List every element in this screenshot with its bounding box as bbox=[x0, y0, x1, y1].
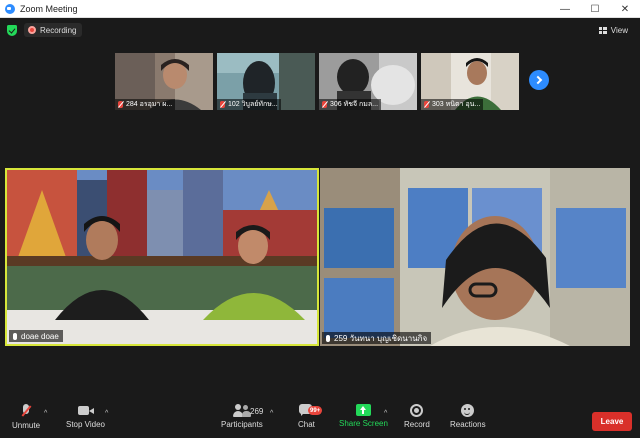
encryption-shield-icon[interactable] bbox=[7, 25, 17, 36]
share-options-caret-icon[interactable]: ^ bbox=[384, 410, 387, 417]
participant-video bbox=[320, 168, 630, 346]
participant-name: 306 ทัชจี กมล... bbox=[330, 101, 379, 108]
participant-thumbnail[interactable]: 303 หนิตา อุน... bbox=[421, 53, 519, 110]
muted-mic-icon bbox=[424, 101, 429, 108]
reactions-label: Reactions bbox=[450, 420, 486, 429]
meeting-toolbar: Unmute ^ Stop Video ^ Participants 269 ^… bbox=[0, 400, 640, 438]
stop-video-button[interactable]: Stop Video bbox=[66, 404, 105, 429]
participant-video bbox=[7, 170, 317, 344]
leave-button[interactable]: Leave bbox=[592, 412, 632, 431]
view-label: View bbox=[610, 25, 628, 35]
muted-microphone-icon bbox=[21, 404, 32, 418]
grid-icon bbox=[598, 26, 607, 34]
meeting-status-bar: Recording View bbox=[0, 18, 640, 42]
mic-icon bbox=[326, 334, 330, 342]
muted-mic-icon bbox=[322, 101, 327, 108]
participant-name-tag: doae doae bbox=[9, 330, 63, 342]
unmute-button[interactable]: Unmute bbox=[12, 404, 40, 430]
reactions-button[interactable]: Reactions bbox=[450, 404, 486, 429]
muted-mic-icon bbox=[118, 101, 123, 108]
active-speaker-tile[interactable]: doae doae bbox=[5, 168, 319, 346]
participant-name-tag: 303 หนิตา อุน... bbox=[421, 99, 484, 110]
title-bar: Zoom Meeting — ☐ ✕ bbox=[0, 0, 640, 18]
minimize-button[interactable]: — bbox=[550, 0, 580, 18]
participant-name: 303 หนิตา อุน... bbox=[432, 101, 481, 108]
recording-indicator[interactable]: Recording bbox=[24, 23, 83, 37]
muted-mic-icon bbox=[220, 101, 225, 108]
participant-name: doae doae bbox=[21, 331, 59, 341]
participants-label: Participants bbox=[221, 420, 263, 429]
participant-thumbnail[interactable]: 102 วิบูลย์ทักษ... bbox=[217, 53, 315, 110]
participant-tile[interactable]: 259 วันทนา บุญเชิดนานกิจ bbox=[320, 168, 630, 346]
participant-count: 269 bbox=[250, 407, 264, 416]
video-options-caret-icon[interactable]: ^ bbox=[105, 410, 108, 417]
unmute-label: Unmute bbox=[12, 421, 41, 430]
record-label: Record bbox=[404, 420, 430, 429]
participant-name-tag: 102 วิบูลย์ทักษ... bbox=[217, 99, 281, 110]
chat-unread-badge: 99+ bbox=[308, 406, 323, 415]
chat-label: Chat bbox=[298, 420, 315, 429]
window-controls: — ☐ ✕ bbox=[550, 0, 640, 18]
record-button[interactable]: Record bbox=[404, 404, 430, 429]
participants-icon bbox=[232, 404, 251, 417]
record-icon bbox=[410, 404, 424, 417]
chevron-right-icon bbox=[533, 75, 543, 85]
audio-options-caret-icon[interactable]: ^ bbox=[44, 410, 47, 417]
zoom-meeting-window: Zoom Meeting — ☐ ✕ Recording View 284 อร… bbox=[0, 0, 640, 438]
next-page-button[interactable] bbox=[529, 70, 549, 90]
share-screen-button[interactable]: Share Screen bbox=[339, 404, 388, 428]
recording-label: Recording bbox=[40, 25, 77, 35]
participants-options-caret-icon[interactable]: ^ bbox=[270, 410, 273, 417]
window-title: Zoom Meeting bbox=[20, 3, 78, 14]
participant-thumbnail[interactable]: 306 ทัชจี กมล... bbox=[319, 53, 417, 110]
participant-thumbnail[interactable]: 284 อรอุมา ผ... bbox=[115, 53, 213, 110]
recording-dot-icon bbox=[28, 26, 36, 34]
participant-name-tag: 306 ทัชจี กมล... bbox=[319, 99, 382, 110]
participant-name-tag: 284 อรอุมา ผ... bbox=[115, 99, 176, 110]
mic-icon bbox=[13, 332, 17, 340]
participant-name: 102 วิบูลย์ทักษ... bbox=[228, 101, 278, 108]
zoom-logo-icon bbox=[5, 3, 15, 14]
participant-name-tag: 259 วันทนา บุญเชิดนานกิจ bbox=[322, 332, 432, 344]
share-screen-label: Share Screen bbox=[339, 419, 388, 428]
participant-name: 259 วันทนา บุญเชิดนานกิจ bbox=[334, 333, 428, 343]
maximize-button[interactable]: ☐ bbox=[580, 0, 610, 18]
participant-name: 284 อรอุมา ผ... bbox=[126, 101, 173, 108]
close-button[interactable]: ✕ bbox=[610, 0, 640, 18]
video-camera-icon bbox=[77, 405, 94, 417]
share-screen-icon bbox=[355, 404, 371, 416]
stop-video-label: Stop Video bbox=[66, 420, 105, 429]
view-button[interactable]: View bbox=[595, 23, 632, 37]
smiley-face-icon bbox=[461, 404, 475, 417]
